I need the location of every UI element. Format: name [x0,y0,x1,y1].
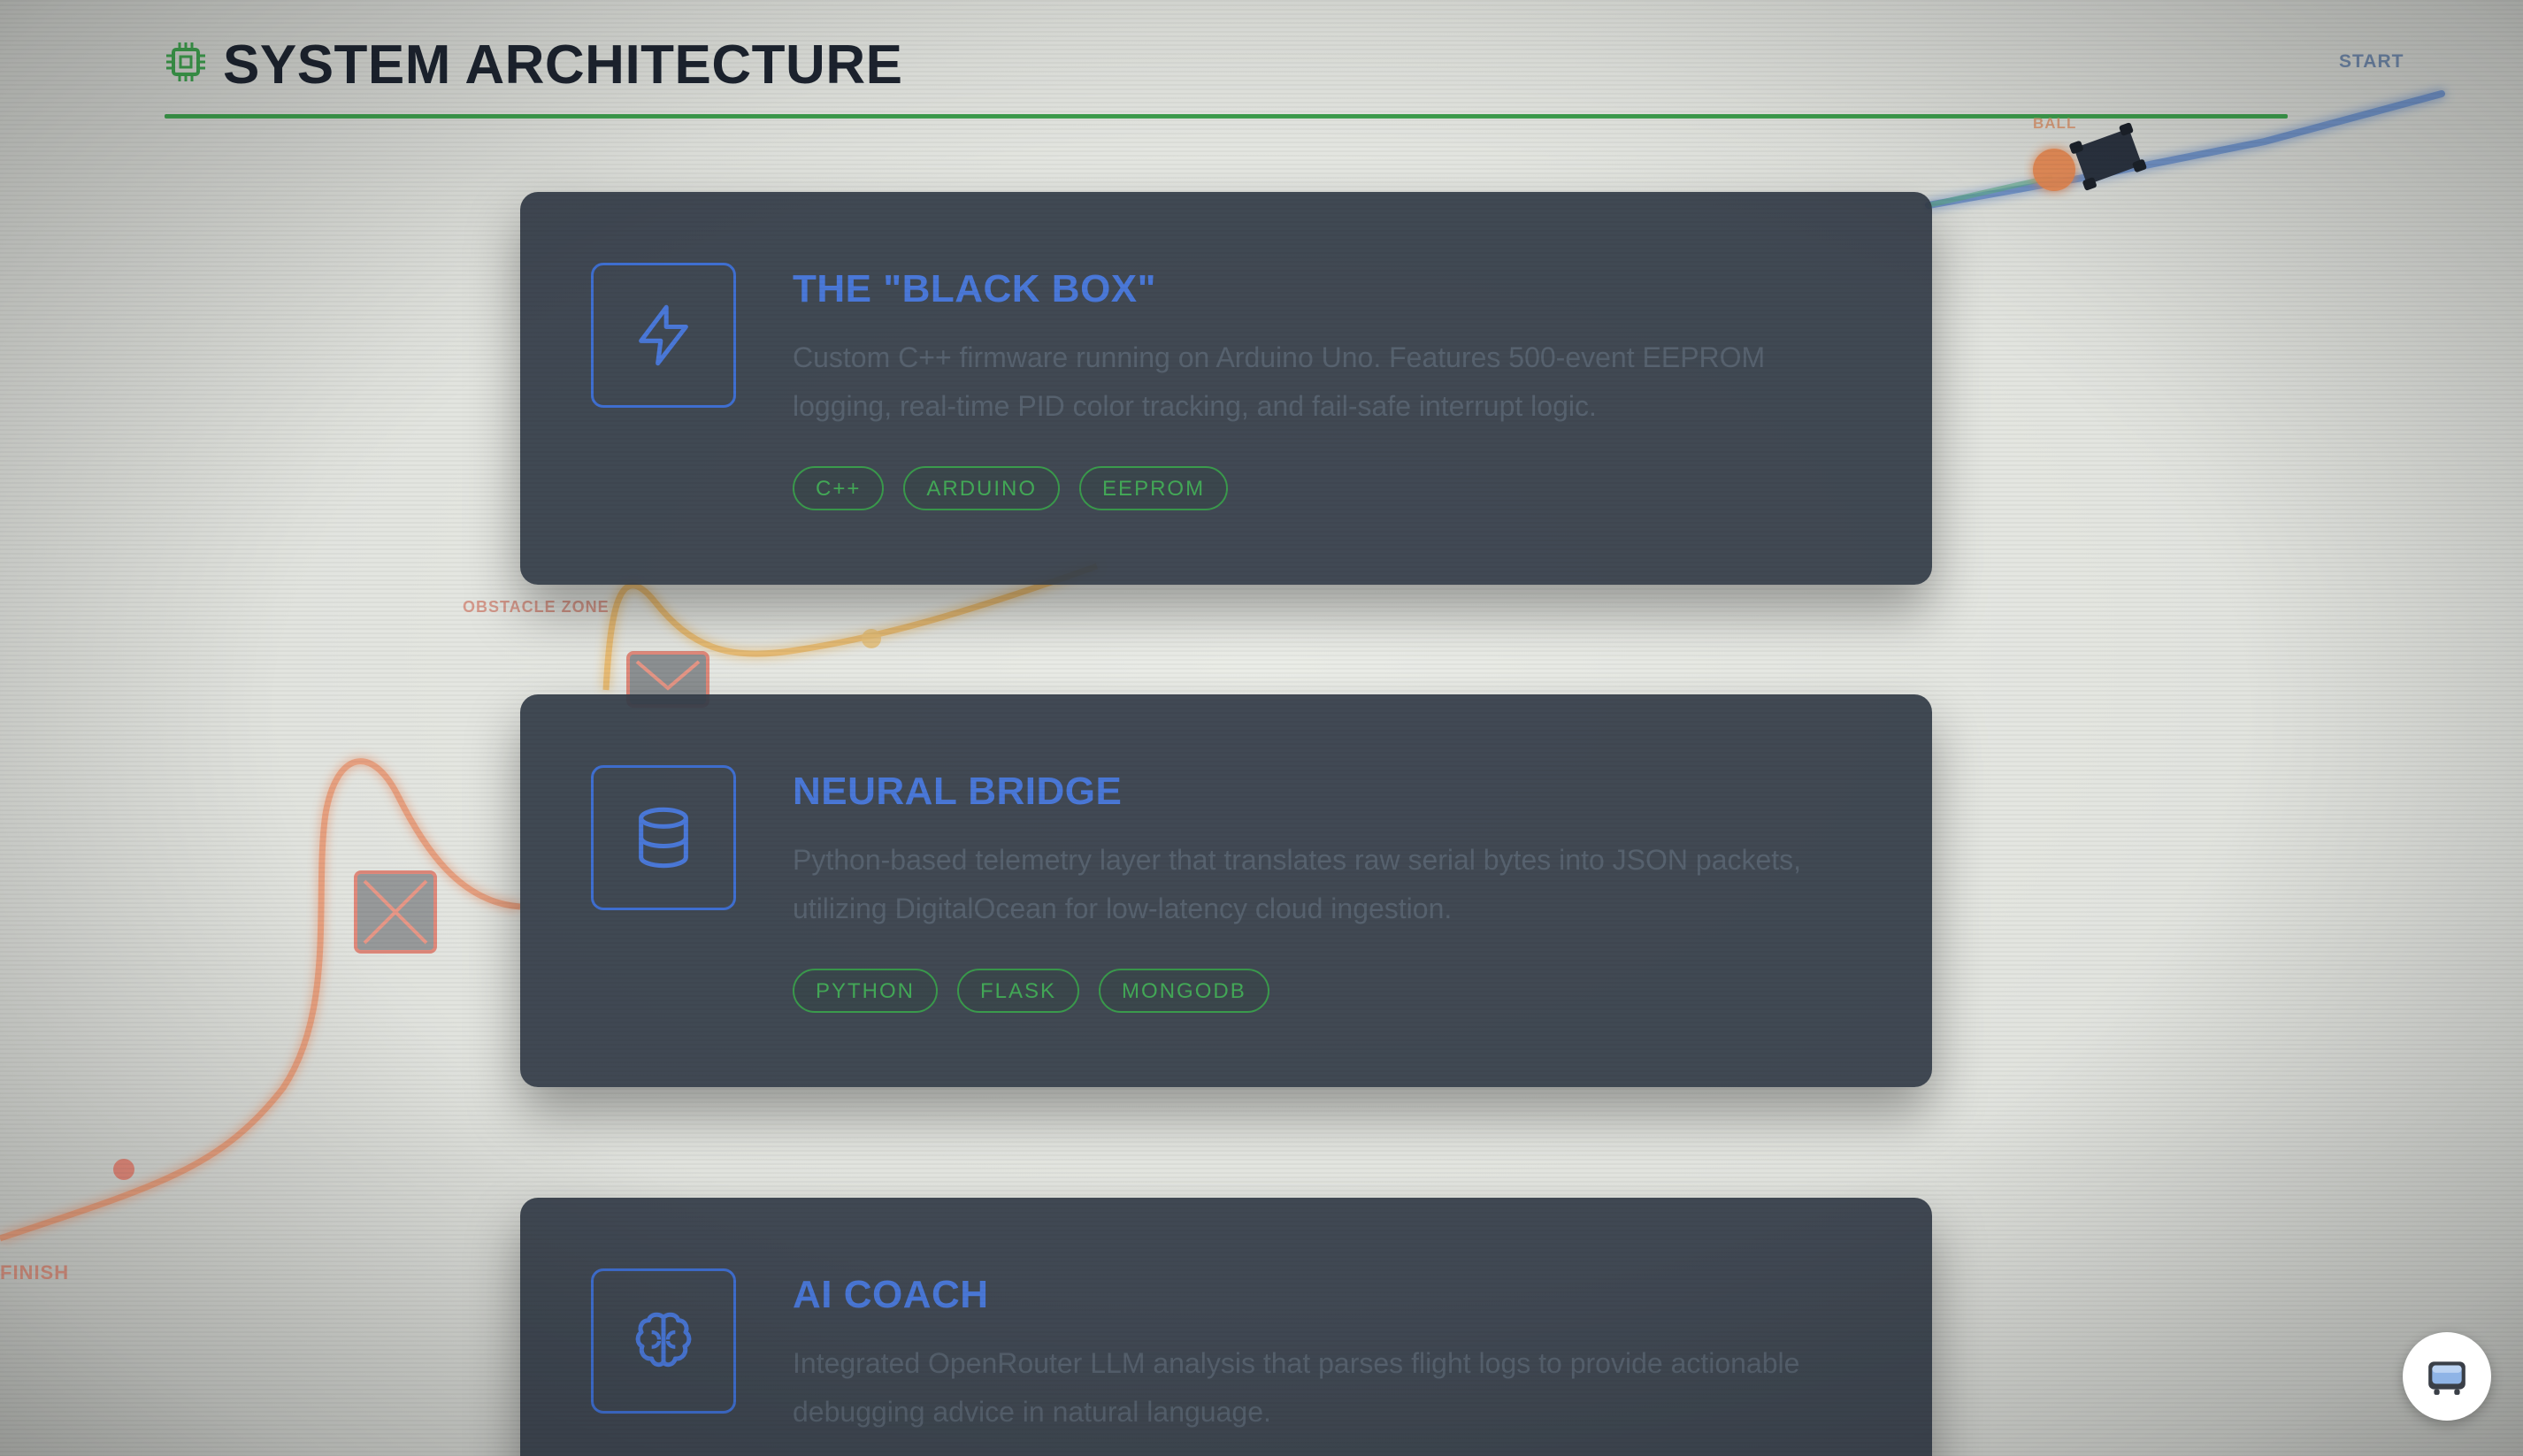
retro-tv-button[interactable] [2403,1332,2491,1421]
card-title: THE "BLACK BOX" [793,267,1156,310]
database-icon [639,807,688,869]
obstacle-marker [354,870,437,954]
card-description: Integrated OpenRouter LLM analysis that … [793,1347,1800,1428]
tech-tag: EEPROM [1079,466,1229,510]
tech-tag: PYTHON [793,969,939,1013]
card-title: AI COACH [793,1273,989,1316]
lightning-bolt-icon [639,304,688,366]
card-description: Custom C++ firmware running on Arduino U… [793,341,1766,422]
track-obstacle-label: OBSTACLE ZONE [463,598,610,616]
card-icon-box [591,765,736,910]
architecture-card-ai-coach: AI COACH Integrated OpenRouter LLM analy… [520,1198,1932,1456]
card-icon-box [591,1268,736,1414]
track-ball-label: BALL [2033,115,2077,132]
header-divider [165,114,2288,119]
architecture-card-neural-bridge: NEURAL BRIDGE Python-based telemetry lay… [520,694,1932,1087]
tech-tag: FLASK [957,969,1080,1013]
brain-icon [635,1312,692,1368]
page-header: SYSTEM ARCHITECTURE [165,30,2376,119]
tag-list: C++ ARDUINO EEPROM [793,466,1229,510]
page-title: SYSTEM ARCHITECTURE [223,34,903,96]
ball-marker [2033,149,2075,191]
tech-tag: C++ [793,466,885,510]
card-icon-box [591,263,736,408]
architecture-card-black-box: THE "BLACK BOX" Custom C++ firmware runn… [520,192,1932,585]
track-segment-lower [0,758,521,1242]
track-waypoint [862,629,881,648]
retro-tv-icon [2428,1361,2465,1395]
track-finish-label: FINISH [0,1261,70,1284]
track-start-label: START [2339,51,2404,72]
tag-list: PYTHON FLASK MONGODB [793,969,1269,1013]
tech-tag: MONGODB [1099,969,1269,1013]
track-waypoint [113,1159,134,1180]
card-description: Python-based telemetry layer that transl… [793,844,1802,924]
card-title: NEURAL BRIDGE [793,770,1123,813]
cpu-chip-icon [166,42,205,81]
track-segment-green [1928,174,2053,208]
tech-tag: ARDUINO [903,466,1061,510]
